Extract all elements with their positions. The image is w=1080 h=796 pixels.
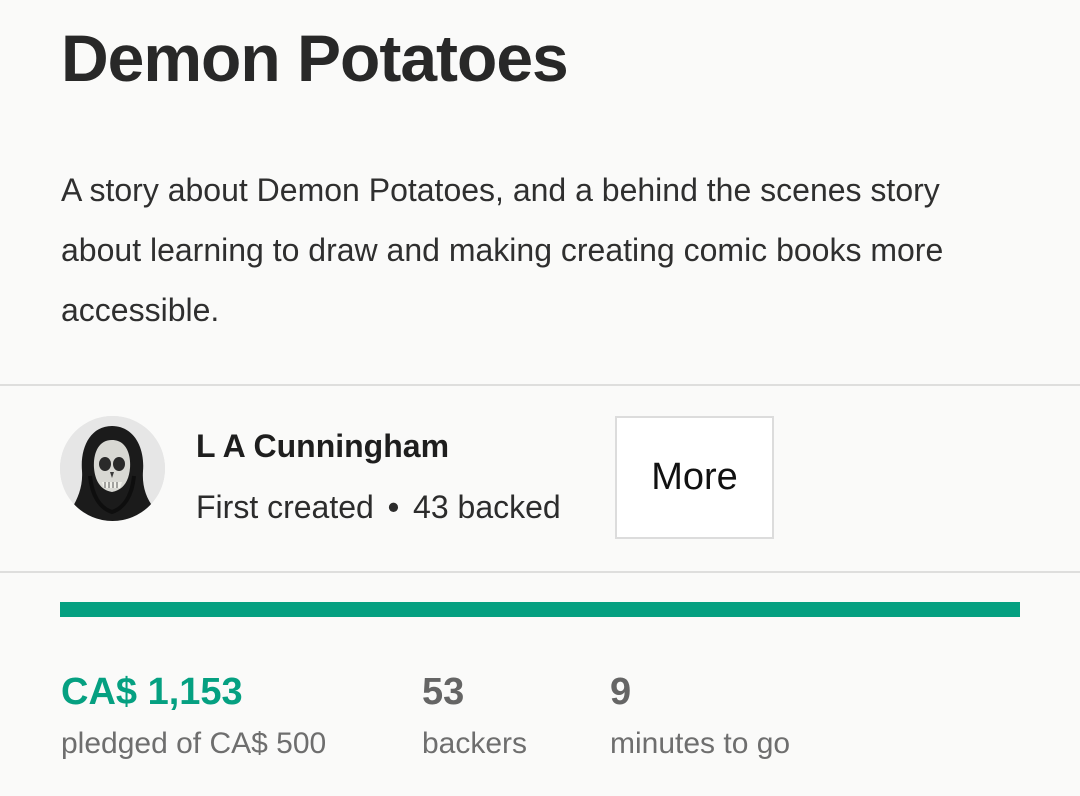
backers-stat: 53 backers xyxy=(422,670,527,764)
pledged-stat: CA$ 1,153 pledged of CA$ 500 xyxy=(61,670,326,764)
project-blurb: A story about Demon Potatoes, and a behi… xyxy=(61,172,944,328)
pledged-label: pledged of CA$ 500 xyxy=(61,727,327,760)
project-title: Demon Potatoes xyxy=(61,21,569,95)
meta-separator: • xyxy=(387,489,400,525)
funding-progress-bar xyxy=(60,602,1020,617)
creator-meta: First created • 43 backed xyxy=(196,486,561,528)
backed-count: 43 backed xyxy=(413,489,561,525)
time-left-label: minutes to go xyxy=(610,727,791,760)
time-left-stat: 9 minutes to go xyxy=(610,670,790,764)
divider xyxy=(0,571,1080,573)
hooded-skull-avatar-icon xyxy=(60,416,165,521)
more-button[interactable]: More xyxy=(615,416,774,539)
pledged-amount: CA$ 1,153 xyxy=(61,671,243,713)
funding-progress-fill xyxy=(60,602,1020,617)
project-page: Demon Potatoes A story about Demon Potat… xyxy=(0,0,1080,796)
creator-avatar[interactable] xyxy=(60,416,165,521)
divider xyxy=(0,384,1080,386)
creator-name[interactable]: L A Cunningham xyxy=(196,425,449,467)
backers-label: backers xyxy=(422,727,528,760)
backers-count: 53 xyxy=(422,671,465,713)
time-left-value: 9 xyxy=(610,671,632,713)
first-created-label: First created xyxy=(196,489,374,525)
